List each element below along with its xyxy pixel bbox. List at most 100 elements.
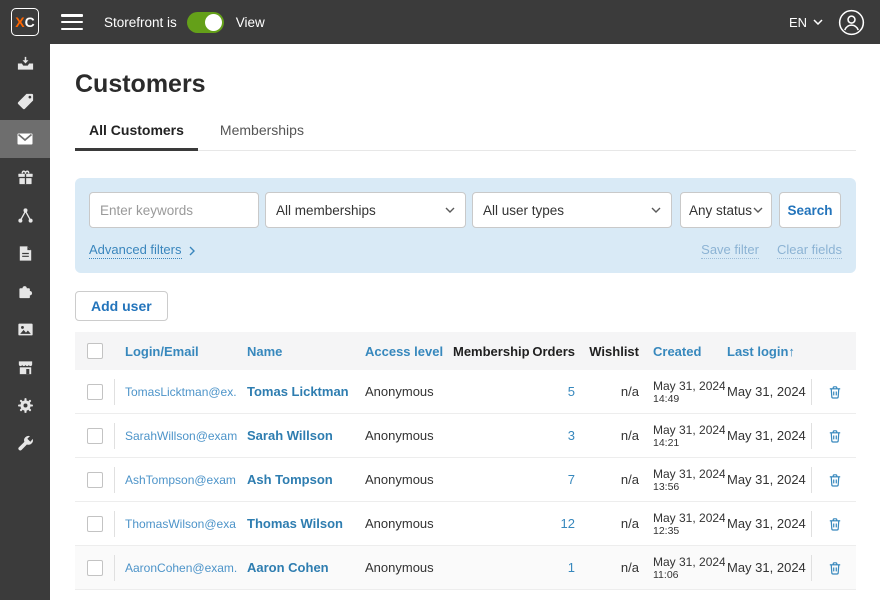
tools-wrench-icon — [17, 435, 33, 450]
table-row: ThomasWilson@exa... Thomas Wilson Anonym… — [75, 502, 856, 546]
sidebar-item-catalog[interactable] — [0, 82, 50, 120]
hamburger-menu-icon[interactable] — [61, 14, 83, 30]
row-checkbox[interactable] — [87, 515, 103, 532]
chevron-down-icon — [813, 19, 823, 25]
column-header-login-email[interactable]: Login/Email — [115, 344, 237, 359]
row-checkbox[interactable] — [87, 559, 103, 576]
orders-count-link[interactable]: 5 — [568, 384, 575, 399]
column-header-last-login[interactable]: Last login↑ — [725, 344, 811, 359]
table-row: AaronCohen@exam... Aaron Cohen Anonymous… — [75, 546, 856, 590]
settings-gear-icon — [17, 397, 33, 413]
row-checkbox[interactable] — [87, 427, 103, 444]
sidebar-item-design[interactable] — [0, 310, 50, 348]
delete-user-button[interactable] — [825, 558, 845, 578]
column-header-orders: Orders — [532, 343, 575, 359]
sidebar-item-apps[interactable] — [0, 272, 50, 310]
delete-user-button[interactable] — [825, 514, 845, 534]
chevron-down-icon — [445, 207, 455, 213]
wishlist-value: n/a — [620, 560, 639, 575]
sidebar — [0, 44, 50, 600]
memberships-select[interactable]: All memberships — [265, 192, 466, 228]
sidebar-item-content[interactable] — [0, 234, 50, 272]
search-button[interactable]: Search — [779, 192, 841, 228]
customer-email-link[interactable]: SarahWillson@exam... — [125, 429, 237, 443]
customer-email-link[interactable]: AshTompson@exam... — [125, 473, 237, 487]
user-types-select[interactable]: All user types — [472, 192, 672, 228]
xc-logo[interactable]: XC — [11, 8, 39, 36]
sidebar-item-storefront[interactable] — [0, 348, 50, 386]
delete-user-button[interactable] — [825, 382, 845, 402]
row-checkbox[interactable] — [87, 383, 103, 400]
customer-email-link[interactable]: TomasLicktman@ex... — [125, 385, 237, 399]
trash-icon — [829, 385, 841, 399]
sales-channels-icon — [17, 207, 33, 223]
sidebar-item-sales-channels[interactable] — [0, 196, 50, 234]
view-storefront-link[interactable]: View — [236, 15, 265, 30]
page-title: Customers — [75, 70, 206, 98]
delete-user-button[interactable] — [825, 426, 845, 446]
orders-count-link[interactable]: 1 — [568, 560, 575, 575]
wishlist-value: n/a — [620, 516, 639, 531]
last-login-value: May 31, 2024 — [727, 384, 806, 399]
orders-count-link[interactable]: 7 — [568, 472, 575, 487]
top-bar: XC Storefront is View EN — [0, 0, 880, 44]
advanced-filters-link[interactable]: Advanced filters — [89, 242, 195, 259]
storefront-icon — [18, 360, 32, 374]
last-login-value: May 31, 2024 — [727, 428, 806, 443]
promotions-gift-icon — [17, 170, 33, 184]
created-value: May 31, 2024 13:56 — [653, 466, 725, 493]
created-value: May 31, 2024 12:35 — [653, 510, 725, 537]
toggle-knob — [204, 13, 222, 31]
status-select-value: Any status — [689, 202, 753, 218]
access-level-value: Anonymous — [365, 516, 434, 531]
content-pages-icon — [19, 245, 31, 261]
orders-count-link[interactable]: 12 — [561, 516, 575, 531]
sidebar-item-customers[interactable] — [0, 120, 50, 158]
storefront-toggle[interactable] — [186, 11, 224, 33]
column-header-access-level[interactable]: Access level — [355, 344, 443, 359]
chevron-down-icon — [753, 207, 763, 213]
sidebar-item-tools[interactable] — [0, 424, 50, 462]
select-all-checkbox[interactable] — [87, 343, 103, 359]
trash-icon — [829, 561, 841, 575]
row-checkbox[interactable] — [87, 471, 103, 488]
status-select[interactable]: Any status — [680, 192, 772, 228]
last-login-value: May 31, 2024 — [727, 472, 806, 487]
customer-name-link[interactable]: Thomas Wilson — [247, 516, 343, 531]
customer-name-link[interactable]: Sarah Willson — [247, 428, 333, 443]
keywords-input[interactable] — [89, 192, 259, 228]
last-login-value: May 31, 2024 — [727, 516, 806, 531]
save-filter-link[interactable]: Save filter — [701, 242, 759, 259]
apps-puzzle-icon — [18, 285, 32, 298]
column-header-name[interactable]: Name — [237, 344, 355, 359]
account-avatar-icon[interactable] — [838, 9, 865, 36]
design-image-icon — [17, 323, 33, 335]
add-user-button[interactable]: Add user — [75, 291, 168, 321]
customer-name-link[interactable]: Tomas Licktman — [247, 384, 349, 399]
language-selector[interactable]: EN — [789, 15, 823, 30]
column-header-created[interactable]: Created — [645, 344, 725, 359]
clear-fields-link[interactable]: Clear fields — [776, 242, 842, 259]
customer-email-link[interactable]: ThomasWilson@exa... — [125, 517, 237, 531]
customer-name-link[interactable]: Aaron Cohen — [247, 560, 329, 575]
logo-letter-x: X — [15, 14, 25, 30]
sidebar-item-orders[interactable] — [0, 44, 50, 82]
column-header-membership: Membership — [453, 343, 530, 359]
created-value: May 31, 2024 14:49 — [653, 378, 725, 405]
column-header-wishlist: Wishlist — [589, 343, 639, 359]
tab-bar: All Customers Memberships — [75, 122, 856, 151]
trash-icon — [829, 517, 841, 531]
orders-inbox-icon — [17, 56, 33, 70]
tab-memberships[interactable]: Memberships — [206, 122, 318, 150]
delete-user-button[interactable] — [825, 470, 845, 490]
sort-ascending-icon: ↑ — [788, 343, 795, 359]
customer-email-link[interactable]: AaronCohen@exam... — [125, 561, 237, 575]
customer-name-link[interactable]: Ash Tompson — [247, 472, 333, 487]
orders-count-link[interactable]: 3 — [568, 428, 575, 443]
trash-icon — [829, 473, 841, 487]
wishlist-value: n/a — [620, 428, 639, 443]
sidebar-item-settings[interactable] — [0, 386, 50, 424]
tab-all-customers[interactable]: All Customers — [75, 122, 198, 151]
sidebar-item-promotions[interactable] — [0, 158, 50, 196]
wishlist-value: n/a — [620, 384, 639, 399]
